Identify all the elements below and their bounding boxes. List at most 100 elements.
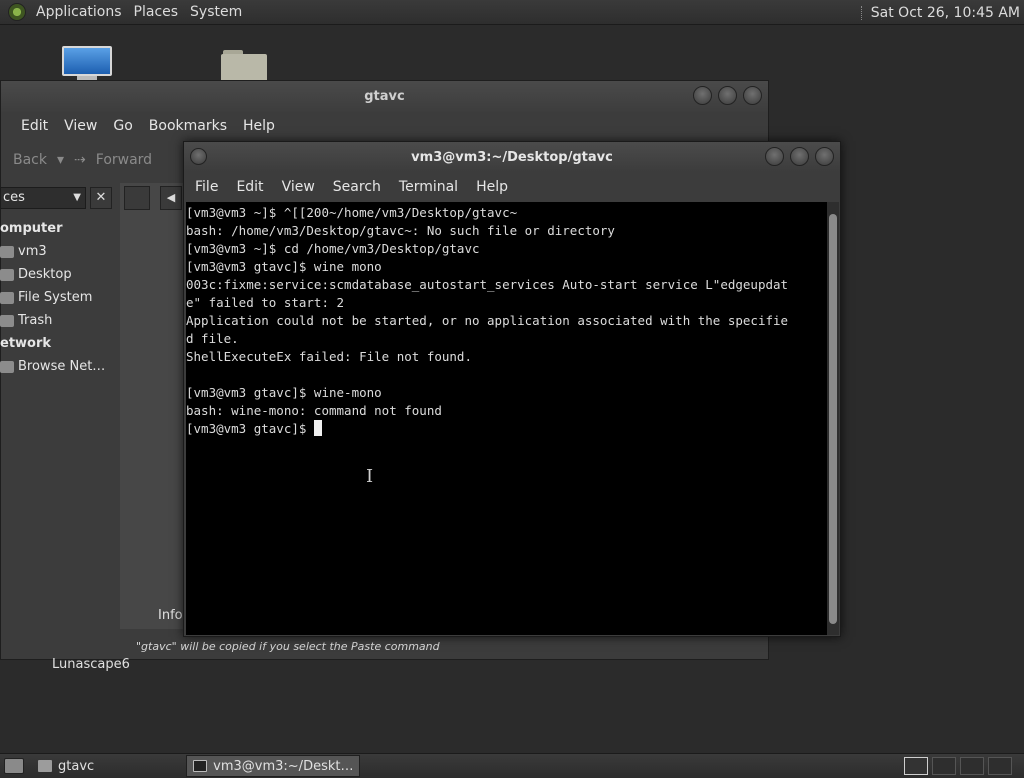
minimize-button[interactable] — [765, 147, 784, 166]
terminal-titlebar[interactable]: vm3@vm3:~/Desktop/gtavc — [184, 142, 840, 172]
network-icon — [0, 360, 14, 373]
sidebar-item-label: vm3 — [18, 244, 47, 259]
sidebar-item-label: Browse Net… — [18, 359, 106, 374]
menu-system[interactable]: System — [184, 4, 248, 20]
task-label: gtavc — [58, 758, 95, 774]
sidebar-item-vm3[interactable]: vm3 — [0, 240, 118, 263]
back-button[interactable]: Back — [13, 152, 47, 168]
top-menu: Applications Places System — [30, 0, 248, 24]
workspace-3[interactable] — [960, 757, 984, 775]
ibeam-cursor-icon: I — [366, 466, 374, 487]
fm-menu-bookmarks[interactable]: Bookmarks — [141, 118, 235, 134]
trash-icon — [0, 314, 14, 327]
desktop-icon — [0, 268, 14, 281]
sidebar-item-label: Trash — [18, 313, 53, 328]
minimize-button[interactable] — [693, 86, 712, 105]
desktop-label-lunascape[interactable]: Lunascape6 — [52, 657, 130, 672]
drive-icon — [0, 291, 14, 304]
clock[interactable]: Sat Oct 26, 10:45 AM — [871, 5, 1020, 21]
terminal-output[interactable]: [vm3@vm3 ~]$ ^[[200~/home/vm3/Desktop/gt… — [186, 202, 827, 635]
terminal-line: bash: wine-mono: command not found — [186, 403, 442, 418]
scrollbar-thumb[interactable] — [829, 214, 837, 624]
sidebar-item-trash[interactable]: Trash — [0, 309, 118, 332]
fm-menu-edit[interactable]: Edit — [13, 118, 56, 134]
folder-icon — [38, 760, 52, 772]
term-menu-terminal[interactable]: Terminal — [390, 179, 467, 195]
fm-menu-go[interactable]: Go — [105, 118, 140, 134]
sidebar-combo-label: ces — [3, 190, 25, 205]
home-icon — [0, 245, 14, 258]
terminal-line: d file. — [186, 331, 239, 346]
monitor-screen — [62, 46, 112, 76]
show-desktop-icon[interactable] — [4, 758, 24, 774]
terminal-window-buttons — [765, 147, 834, 166]
panel-separator — [860, 5, 863, 20]
fm-menu-help[interactable]: Help — [235, 118, 283, 134]
bottom-panel: gtavc vm3@vm3:~/Deskt… — [0, 753, 1024, 778]
location-edit-icon[interactable] — [124, 186, 150, 210]
chevron-down-icon: ▼ — [73, 192, 81, 203]
top-panel: Applications Places System Sat Oct 26, 1… — [0, 0, 1024, 25]
terminal-line: [vm3@vm3 gtavc]$ wine mono — [186, 259, 382, 274]
terminal-window: vm3@vm3:~/Desktop/gtavc File Edit View S… — [183, 141, 841, 637]
terminal-prompt-line: [vm3@vm3 gtavc]$ — [186, 420, 827, 438]
sidebar-item-label: Desktop — [18, 267, 72, 282]
terminal-title: vm3@vm3:~/Desktop/gtavc — [411, 149, 613, 165]
terminal-line: 003c:fixme:service:scmdatabase_autostart… — [186, 277, 789, 292]
terminal-line: e" failed to start: 2 — [186, 295, 345, 310]
terminal-line: Application could not be started, or no … — [186, 313, 789, 328]
sidebar-item-label: File System — [18, 290, 93, 305]
back-dropdown-icon[interactable]: ▾ — [57, 152, 64, 168]
text-cursor — [313, 420, 322, 436]
workspace-4[interactable] — [988, 757, 1012, 775]
info-label: Info — [158, 608, 183, 623]
term-menu-help[interactable]: Help — [467, 179, 517, 195]
sidebar-item-desktop[interactable]: Desktop — [0, 263, 118, 286]
sidebar-heading-computer: omputer — [0, 221, 63, 236]
close-button[interactable] — [815, 147, 834, 166]
workspace-2[interactable] — [932, 757, 956, 775]
terminal-prompt: [vm3@vm3 gtavc]$ — [186, 421, 314, 436]
terminal-line: [vm3@vm3 gtavc]$ wine-mono — [186, 385, 382, 400]
path-left-arrow-icon[interactable]: ◀ — [160, 186, 182, 210]
taskbar-item-gtavc[interactable]: gtavc — [32, 755, 100, 777]
clock-area: Sat Oct 26, 10:45 AM — [860, 0, 1020, 25]
window-menu-button[interactable] — [190, 148, 207, 165]
file-manager-titlebar[interactable]: gtavc — [1, 81, 768, 112]
terminal-icon — [193, 760, 208, 772]
term-menu-file[interactable]: File — [186, 179, 227, 195]
terminal-line: bash: /home/vm3/Desktop/gtavc~: No such … — [186, 223, 615, 238]
terminal-scrollbar[interactable] — [827, 202, 839, 635]
terminal-line: ShellExecuteEx failed: File not found. — [186, 349, 472, 364]
menu-applications[interactable]: Applications — [30, 4, 128, 20]
sidebar-places-combo[interactable]: ces ▼ — [0, 187, 86, 209]
distro-logo-icon[interactable] — [8, 3, 26, 21]
file-manager-statusbar: "gtavc" will be copied if you select the… — [136, 640, 440, 653]
term-menu-search[interactable]: Search — [324, 179, 390, 195]
computer-icon[interactable] — [62, 46, 112, 82]
close-button[interactable] — [743, 86, 762, 105]
taskbar-item-terminal[interactable]: vm3@vm3:~/Deskt… — [186, 755, 361, 777]
workspace-1[interactable] — [904, 757, 928, 775]
terminal-line: [vm3@vm3 ~]$ ^[[200~/home/vm3/Desktop/gt… — [186, 205, 518, 220]
file-manager-title: gtavc — [364, 89, 405, 104]
sidebar-item-browse-network[interactable]: Browse Net… — [0, 355, 118, 378]
fm-menu-view[interactable]: View — [56, 118, 105, 134]
forward-button[interactable]: Forward — [96, 152, 152, 168]
maximize-button[interactable] — [790, 147, 809, 166]
folder-icon[interactable] — [221, 50, 267, 82]
task-label: vm3@vm3:~/Deskt… — [213, 758, 354, 774]
menu-places[interactable]: Places — [128, 4, 185, 20]
file-manager-sidebar: omputer vm3 Desktop File System Trash et… — [0, 217, 118, 378]
forward-arrow-icon[interactable]: ⇢ — [74, 152, 86, 168]
terminal-line: [vm3@vm3 ~]$ cd /home/vm3/Desktop/gtavc — [186, 241, 480, 256]
sidebar-item-file-system[interactable]: File System — [0, 286, 118, 309]
folder-body — [221, 54, 267, 82]
file-manager-menubar: Edit View Go Bookmarks Help — [1, 112, 768, 140]
sidebar-close-button[interactable]: ✕ — [90, 187, 112, 209]
window-buttons — [693, 86, 762, 105]
maximize-button[interactable] — [718, 86, 737, 105]
term-menu-edit[interactable]: Edit — [227, 179, 272, 195]
term-menu-view[interactable]: View — [273, 179, 324, 195]
